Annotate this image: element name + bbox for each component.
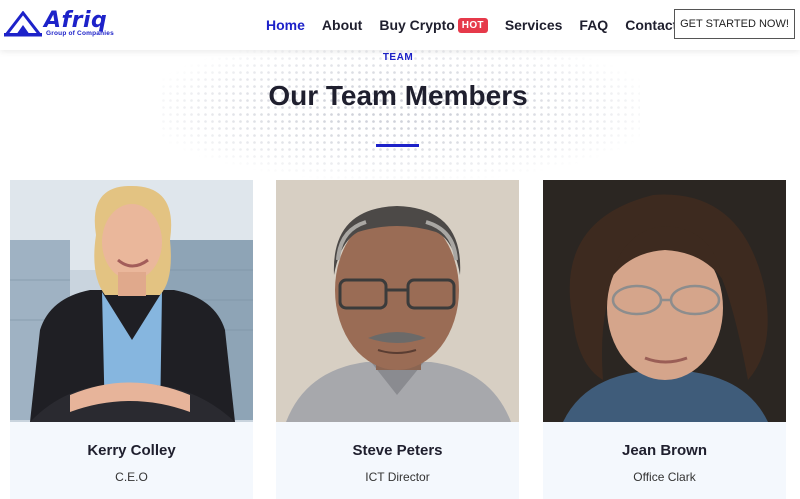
dotted-background-decoration [160, 48, 640, 183]
nav-buy-crypto[interactable]: Buy Crypto HOT [379, 17, 488, 33]
team-member-role: ICT Director [365, 470, 430, 484]
team-card[interactable]: Jean Brown Office Clark [543, 180, 786, 499]
nav-services[interactable]: Services [505, 17, 563, 33]
nav-buy-crypto-label: Buy Crypto [379, 17, 455, 33]
hot-badge: HOT [457, 17, 488, 33]
title-underline [376, 144, 419, 147]
team-member-photo [543, 180, 786, 422]
team-member-name: Jean Brown [621, 442, 708, 459]
team-member-role: Office Clark [633, 470, 696, 484]
team-member-role: C.E.O [115, 470, 148, 484]
team-member-photo [10, 180, 253, 422]
get-started-button[interactable]: GET STARTED NOW! [674, 9, 795, 39]
site-header: Afriq Group of Companies Home About Buy … [0, 0, 800, 50]
nav-faq[interactable]: FAQ [579, 17, 608, 33]
team-member-name: Kerry Colley [87, 442, 176, 459]
nav-contact[interactable]: Contact [625, 17, 677, 33]
nav-about[interactable]: About [322, 17, 362, 33]
team-card[interactable]: Kerry Colley C.E.O [10, 180, 253, 499]
team-card[interactable]: Steve Peters ICT Director [276, 180, 519, 499]
brand-logo[interactable]: Afriq Group of Companies [4, 8, 139, 39]
team-member-photo [276, 180, 519, 422]
section-title: Our Team Members [268, 80, 528, 111]
logo-tagline: Group of Companies [46, 30, 114, 37]
logo-mark-icon [4, 11, 42, 37]
nav-home[interactable]: Home [266, 17, 305, 33]
section-kicker: TEAM [382, 52, 414, 63]
team-member-name: Steve Peters [352, 442, 443, 459]
main-nav: Home About Buy Crypto HOT Services FAQ C… [266, 0, 694, 50]
